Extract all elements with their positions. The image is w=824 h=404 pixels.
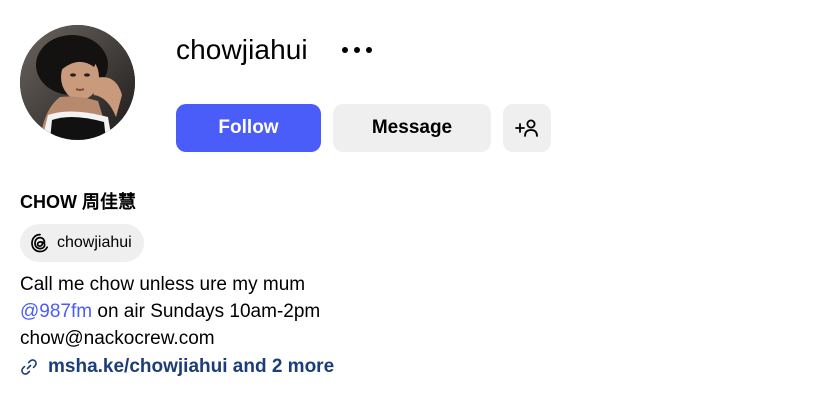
add-person-icon — [515, 119, 538, 137]
more-options-icon[interactable] — [338, 36, 376, 64]
bio-email: chow@nackocrew.com — [20, 328, 215, 349]
username: chowjiahui — [176, 34, 308, 65]
full-name: CHOW 周佳慧 — [20, 192, 136, 212]
follow-button[interactable]: Follow — [176, 104, 321, 152]
mention-link[interactable]: @987fm — [20, 301, 92, 322]
threads-handle: chowjiahui — [57, 234, 132, 251]
external-links[interactable]: msha.ke/chowjiahui and 2 more — [20, 354, 334, 380]
avatar[interactable] — [20, 25, 135, 140]
profile-photo — [20, 25, 135, 140]
threads-badge[interactable]: chowjiahui — [20, 224, 144, 262]
threads-icon — [31, 233, 49, 253]
bio-text: on air Sundays 10am-2pm — [92, 301, 321, 322]
suggested-accounts-button[interactable] — [503, 104, 551, 152]
link-icon — [21, 359, 37, 375]
bio-line: @987fm on air Sundays 10am-2pm — [20, 300, 320, 324]
links-text[interactable]: msha.ke/chowjiahui and 2 more — [48, 356, 334, 378]
bio-line: Call me chow unless ure my mum — [20, 274, 306, 295]
message-button[interactable]: Message — [333, 104, 491, 152]
